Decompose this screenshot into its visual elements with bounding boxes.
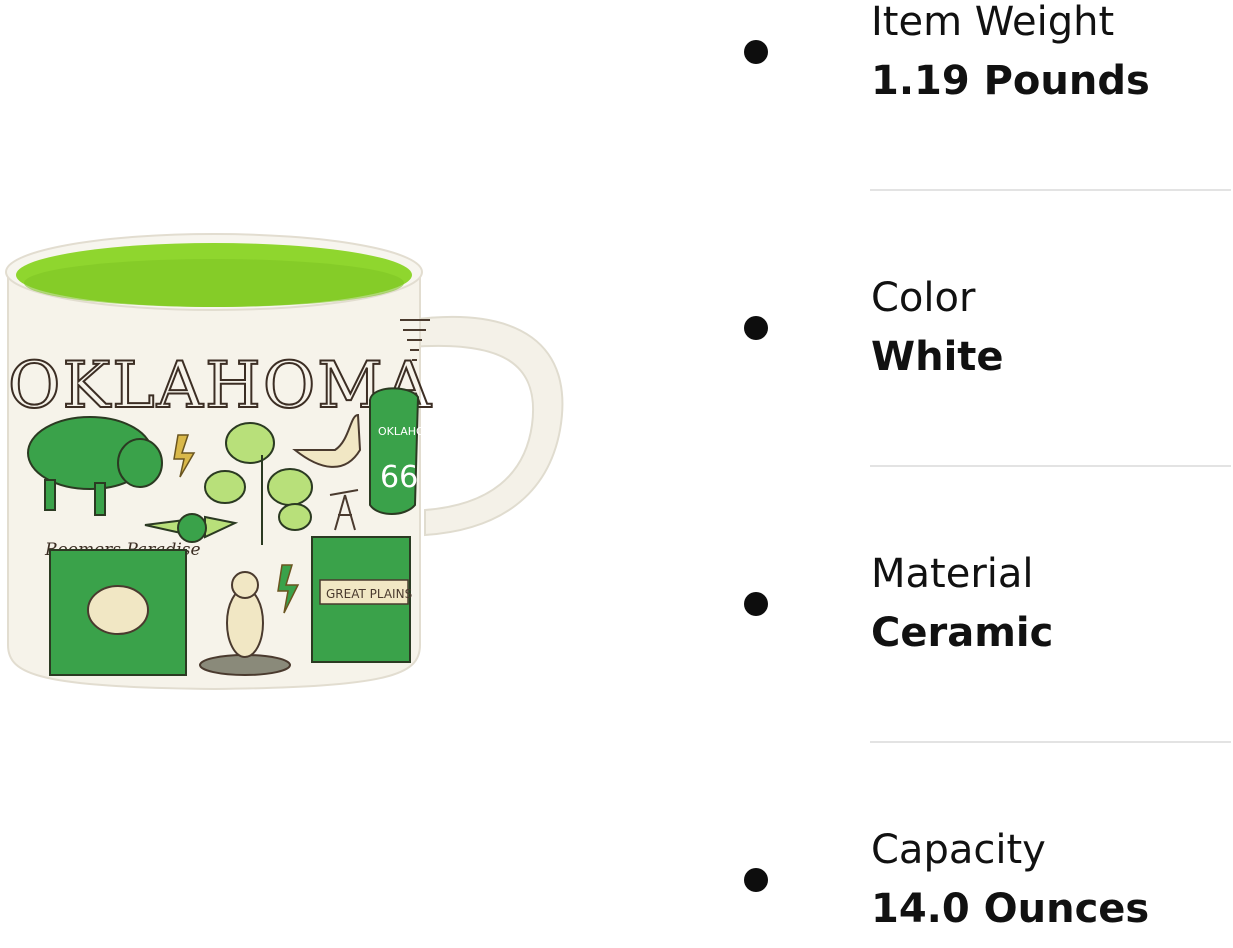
divider — [870, 465, 1231, 467]
spec-material: Material Ceramic — [0, 552, 1233, 672]
divider — [870, 189, 1231, 191]
spec-item-weight: Item Weight 1.19 Pounds — [0, 0, 1233, 120]
spec-value: 14.0 Ounces — [871, 886, 1150, 932]
spec-value: White — [871, 334, 1004, 380]
spec-value: Ceramic — [871, 610, 1054, 656]
bullet-icon — [744, 40, 768, 64]
route-sign-top: OKLAHOMA — [378, 425, 442, 438]
spec-label: Capacity — [871, 827, 1046, 873]
spec-label: Material — [871, 551, 1034, 597]
bullet-icon — [744, 316, 768, 340]
spec-color: Color White — [0, 276, 1233, 396]
spec-capacity: Capacity 14.0 Ounces — [0, 828, 1233, 948]
bullet-icon — [744, 592, 768, 616]
divider — [870, 741, 1231, 743]
bullet-icon — [744, 868, 768, 892]
route-sign-number: 66 — [380, 460, 418, 495]
spec-label: Item Weight — [871, 0, 1115, 45]
spec-label: Color — [871, 275, 976, 321]
spec-value: 1.19 Pounds — [871, 58, 1150, 104]
